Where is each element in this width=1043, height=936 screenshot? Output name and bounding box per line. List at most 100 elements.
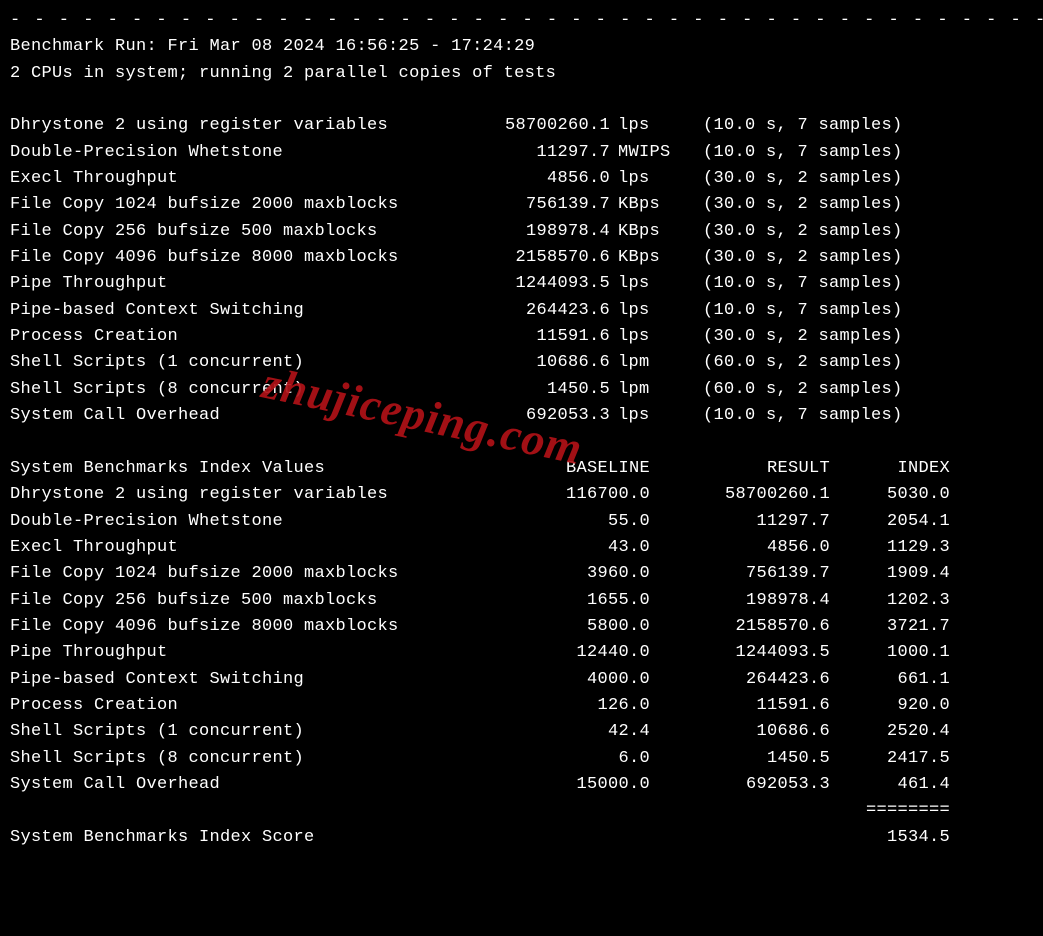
- index-header-title: System Benchmarks Index Values: [10, 456, 430, 482]
- result-paren: (30.0 s, 2 samples): [688, 166, 953, 192]
- index-row: File Copy 256 bufsize 500 maxblocks1655.…: [10, 588, 1033, 614]
- index-index: 2054.1: [830, 509, 950, 535]
- index-baseline: 3960.0: [430, 561, 650, 587]
- benchmark-run-line: Benchmark Run: Fri Mar 08 2024 16:56:25 …: [10, 34, 1033, 60]
- result-unit: lpm: [610, 377, 688, 403]
- result-value: 2158570.6: [430, 245, 610, 271]
- index-result: 11297.7: [650, 509, 830, 535]
- result-value: 58700260.1: [430, 113, 610, 139]
- result-row: File Copy 256 bufsize 500 maxblocks19897…: [10, 219, 1033, 245]
- result-paren: (60.0 s, 2 samples): [688, 377, 953, 403]
- result-name: Dhrystone 2 using register variables: [10, 113, 430, 139]
- index-name: Shell Scripts (8 concurrent): [10, 746, 430, 772]
- index-name: Execl Throughput: [10, 535, 430, 561]
- result-name: Process Creation: [10, 324, 430, 350]
- result-paren: (10.0 s, 7 samples): [688, 298, 953, 324]
- blank-line: [10, 430, 1033, 456]
- result-row: Dhrystone 2 using register variables5870…: [10, 113, 1033, 139]
- index-index: 1129.3: [830, 535, 950, 561]
- index-index: 2417.5: [830, 746, 950, 772]
- index-result: 756139.7: [650, 561, 830, 587]
- index-name: Pipe-based Context Switching: [10, 667, 430, 693]
- index-result: 10686.6: [650, 719, 830, 745]
- result-name: Pipe-based Context Switching: [10, 298, 430, 324]
- index-row: File Copy 1024 bufsize 2000 maxblocks396…: [10, 561, 1033, 587]
- result-row: Execl Throughput4856.0lps(30.0 s, 2 samp…: [10, 166, 1033, 192]
- result-value: 264423.6: [430, 298, 610, 324]
- index-row: Shell Scripts (8 concurrent)6.01450.5241…: [10, 746, 1033, 772]
- result-name: File Copy 4096 bufsize 8000 maxblocks: [10, 245, 430, 271]
- result-unit: lps: [610, 166, 688, 192]
- index-result: 4856.0: [650, 535, 830, 561]
- result-value: 4856.0: [430, 166, 610, 192]
- index-row: Process Creation126.011591.6920.0: [10, 693, 1033, 719]
- result-name: File Copy 1024 bufsize 2000 maxblocks: [10, 192, 430, 218]
- result-unit: KBps: [610, 192, 688, 218]
- result-name: Shell Scripts (8 concurrent): [10, 377, 430, 403]
- results-block: Dhrystone 2 using register variables5870…: [10, 113, 1033, 429]
- index-baseline: 43.0: [430, 535, 650, 561]
- result-unit: MWIPS: [610, 140, 688, 166]
- index-row: System Call Overhead15000.0692053.3461.4: [10, 772, 1033, 798]
- index-result: 1450.5: [650, 746, 830, 772]
- result-row: Pipe Throughput1244093.5lps(10.0 s, 7 sa…: [10, 271, 1033, 297]
- result-paren: (10.0 s, 7 samples): [688, 113, 953, 139]
- index-block: Dhrystone 2 using register variables1167…: [10, 482, 1033, 798]
- index-row: File Copy 4096 bufsize 8000 maxblocks580…: [10, 614, 1033, 640]
- index-baseline: 1655.0: [430, 588, 650, 614]
- index-baseline: 6.0: [430, 746, 650, 772]
- result-name: Execl Throughput: [10, 166, 430, 192]
- index-header-index: INDEX: [830, 456, 950, 482]
- result-row: System Call Overhead692053.3lps(10.0 s, …: [10, 403, 1033, 429]
- result-paren: (60.0 s, 2 samples): [688, 350, 953, 376]
- index-header-row: System Benchmarks Index Values BASELINE …: [10, 456, 1033, 482]
- index-baseline: 5800.0: [430, 614, 650, 640]
- index-index: 920.0: [830, 693, 950, 719]
- index-result: 58700260.1: [650, 482, 830, 508]
- index-result: 2158570.6: [650, 614, 830, 640]
- score-value: 1534.5: [830, 825, 950, 851]
- result-value: 11297.7: [430, 140, 610, 166]
- index-index: 661.1: [830, 667, 950, 693]
- index-header-baseline: BASELINE: [430, 456, 650, 482]
- equals-line: ========: [10, 798, 1033, 824]
- index-index: 1909.4: [830, 561, 950, 587]
- index-result: 692053.3: [650, 772, 830, 798]
- result-name: Shell Scripts (1 concurrent): [10, 350, 430, 376]
- index-index: 1202.3: [830, 588, 950, 614]
- index-row: Shell Scripts (1 concurrent)42.410686.62…: [10, 719, 1033, 745]
- result-name: File Copy 256 bufsize 500 maxblocks: [10, 219, 430, 245]
- result-paren: (10.0 s, 7 samples): [688, 140, 953, 166]
- result-name: System Call Overhead: [10, 403, 430, 429]
- result-row: Pipe-based Context Switching264423.6lps(…: [10, 298, 1033, 324]
- index-result: 11591.6: [650, 693, 830, 719]
- index-row: Double-Precision Whetstone55.011297.7205…: [10, 509, 1033, 535]
- index-name: Pipe Throughput: [10, 640, 430, 666]
- index-index: 1000.1: [830, 640, 950, 666]
- result-value: 756139.7: [430, 192, 610, 218]
- index-index: 5030.0: [830, 482, 950, 508]
- cpu-info-line: 2 CPUs in system; running 2 parallel cop…: [10, 61, 1033, 87]
- index-baseline: 12440.0: [430, 640, 650, 666]
- result-unit: lps: [610, 403, 688, 429]
- result-row: Shell Scripts (1 concurrent)10686.6lpm(6…: [10, 350, 1033, 376]
- index-row: Dhrystone 2 using register variables1167…: [10, 482, 1033, 508]
- index-row: Pipe-based Context Switching4000.0264423…: [10, 667, 1033, 693]
- index-baseline: 4000.0: [430, 667, 650, 693]
- result-unit: KBps: [610, 245, 688, 271]
- result-row: Double-Precision Whetstone11297.7MWIPS(1…: [10, 140, 1033, 166]
- index-name: Shell Scripts (1 concurrent): [10, 719, 430, 745]
- index-name: Double-Precision Whetstone: [10, 509, 430, 535]
- index-baseline: 55.0: [430, 509, 650, 535]
- index-index: 3721.7: [830, 614, 950, 640]
- index-row: Pipe Throughput12440.01244093.51000.1: [10, 640, 1033, 666]
- result-row: Shell Scripts (8 concurrent)1450.5lpm(60…: [10, 377, 1033, 403]
- index-index: 461.4: [830, 772, 950, 798]
- score-row: System Benchmarks Index Score 1534.5: [10, 825, 1033, 851]
- index-baseline: 116700.0: [430, 482, 650, 508]
- result-unit: KBps: [610, 219, 688, 245]
- result-paren: (30.0 s, 2 samples): [688, 324, 953, 350]
- index-result: 264423.6: [650, 667, 830, 693]
- result-paren: (10.0 s, 7 samples): [688, 403, 953, 429]
- index-baseline: 126.0: [430, 693, 650, 719]
